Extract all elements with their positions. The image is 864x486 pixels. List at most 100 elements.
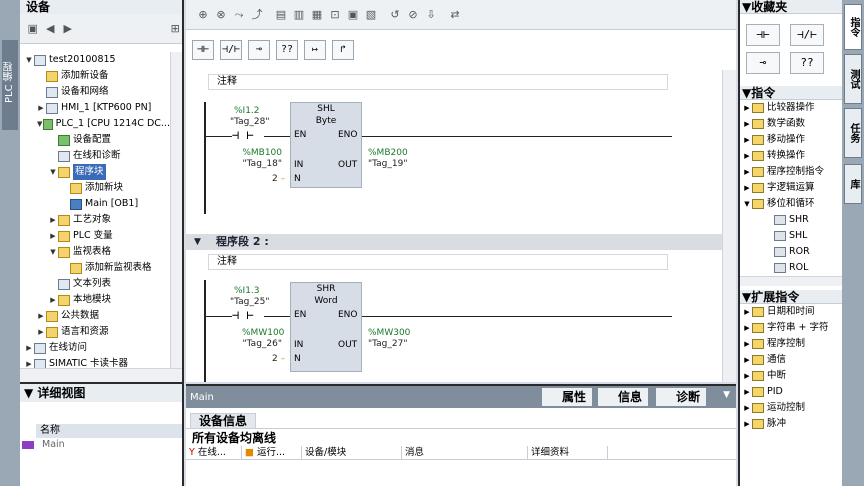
monitor-icon[interactable]: ⊘ <box>406 8 420 22</box>
collapsed-icon[interactable]: ▶ <box>742 304 752 320</box>
fav-no-contact[interactable]: ⊣⊢ <box>746 24 780 46</box>
tree-item[interactable]: ▶ PLC 变量 <box>20 228 170 244</box>
tree-item[interactable]: ▼ 监视表格 <box>20 244 170 260</box>
close-branch-button[interactable]: ↱ <box>332 40 354 60</box>
tab-testing[interactable]: 测试 <box>844 54 862 104</box>
new-item-icon[interactable]: ▣ <box>26 22 40 36</box>
tree-item[interactable]: 添加新监视表格 <box>20 260 170 276</box>
collapsed-icon[interactable]: ▶ <box>36 308 46 324</box>
empty-box-button[interactable]: ?? <box>276 40 298 60</box>
collapsed-icon[interactable]: ▶ <box>742 320 752 336</box>
insert-network-icon[interactable]: ⊕ <box>196 8 210 22</box>
favorites-bar-icon[interactable]: ▣ <box>346 8 360 22</box>
instruction-folder[interactable]: ▶ 程序控制指令 <box>740 164 842 180</box>
network-2-no-contact[interactable]: ⊣ ⊢ <box>232 308 254 322</box>
shl-in-operand[interactable]: %MB100 "Tag_18" <box>242 148 282 170</box>
close-all-icon[interactable]: ▥ <box>292 8 306 22</box>
shr-box[interactable]: SHR Word <box>290 282 362 372</box>
favorites-title[interactable]: ▼收藏夹 <box>740 0 842 14</box>
fav-coil[interactable]: ⊸ <box>746 52 780 74</box>
no-contact-button[interactable]: ⊣⊢ <box>192 40 214 60</box>
extended-instruction-folder[interactable]: ▶ PID <box>740 384 842 400</box>
shr-n-value[interactable]: 2 – <box>272 354 285 365</box>
shr-in-operand[interactable]: %MW100 "Tag_26" <box>242 328 284 350</box>
tree-item[interactable]: ▼ test20100815 <box>20 52 170 68</box>
nc-contact-button[interactable]: ⊣/⊢ <box>220 40 242 60</box>
back-icon[interactable]: ◀ <box>44 22 58 36</box>
go-online-icon[interactable]: ↺ <box>388 8 402 22</box>
collapsed-icon[interactable]: ▶ <box>742 164 752 180</box>
coil-button[interactable]: ⊸ <box>248 40 270 60</box>
collapse-icon[interactable]: ▼ <box>723 390 730 400</box>
delete-network-icon[interactable]: ⊗ <box>214 8 228 22</box>
col-run[interactable]: ■ 运行... <box>242 446 302 459</box>
shl-out-operand[interactable]: %MB200 "Tag_19" <box>368 148 408 170</box>
collapsed-icon[interactable]: ▶ <box>24 340 34 356</box>
shr-out-operand[interactable]: %MW300 "Tag_27" <box>368 328 410 350</box>
collapsed-icon[interactable]: ▶ <box>742 352 752 368</box>
expanded-icon[interactable]: ▼ <box>36 116 43 132</box>
expanded-icon[interactable]: ▼ <box>742 196 752 212</box>
extended-instructions-title[interactable]: ▼扩展指令 <box>740 290 842 304</box>
tab-properties[interactable]: 属性 <box>542 388 593 406</box>
extended-instruction-folder[interactable]: ▶ 通信 <box>740 352 842 368</box>
network-1-contact-operand[interactable]: %I1.2 "Tag_28" <box>230 106 269 128</box>
collapsed-icon[interactable]: ▶ <box>742 400 752 416</box>
open-branch-button[interactable]: ↦ <box>304 40 326 60</box>
download-icon[interactable]: ⇩ <box>424 8 438 22</box>
collapsed-icon[interactable]: ▶ <box>48 292 58 308</box>
extended-instruction-folder[interactable]: ▶ 中断 <box>740 368 842 384</box>
tab-diagnostics[interactable]: 诊断 <box>656 388 707 406</box>
collapse-network-icon[interactable]: ▼ <box>194 234 201 250</box>
instructions-title[interactable]: ▼指令 <box>740 86 842 100</box>
instruction-folder[interactable]: ▶ 字逻辑运算 <box>740 180 842 196</box>
tree-horizontal-scrollbar[interactable] <box>20 368 182 382</box>
tree-vertical-scrollbar[interactable] <box>170 52 182 368</box>
ladder-editor[interactable]: 注释 %I1.2 "Tag_28" ⊣ ⊢ SHL Byte EN ENO IN… <box>186 70 722 382</box>
tree-item[interactable]: ▶ 语言和资源 <box>20 324 170 340</box>
instruction-item[interactable]: SHR <box>740 212 842 228</box>
collapsed-icon[interactable]: ▶ <box>742 384 752 400</box>
network-1-comment[interactable]: 注释 <box>208 74 668 90</box>
network-2-comment[interactable]: 注释 <box>208 254 668 270</box>
network-2-header[interactable]: ▼ 程序段 2 : <box>186 234 722 250</box>
collapsed-icon[interactable]: ▶ <box>742 116 752 132</box>
collapsed-icon[interactable]: ▶ <box>48 228 58 244</box>
tree-item[interactable]: ▶ 本地模块 <box>20 292 170 308</box>
extended-instruction-folder[interactable]: ▶ 字符串 + 字符 <box>740 320 842 336</box>
tree-item[interactable]: ▶ HMI_1 [KTP600 PN] <box>20 100 170 116</box>
extended-instruction-folder[interactable]: ▶ 脉冲 <box>740 416 842 432</box>
instruction-folder[interactable]: ▶ 比较器操作 <box>740 100 842 116</box>
instruction-item[interactable]: SHL <box>740 228 842 244</box>
expanded-icon[interactable]: ▼ <box>24 52 34 68</box>
tree-item[interactable]: ▶ 工艺对象 <box>20 212 170 228</box>
tree-item[interactable]: 添加新块 <box>20 180 170 196</box>
instruction-folder[interactable]: ▶ 转换操作 <box>740 148 842 164</box>
subtab-device-info[interactable]: 设备信息 <box>190 413 257 428</box>
tab-instructions[interactable]: 指令 <box>844 4 862 50</box>
collapsed-icon[interactable]: ▶ <box>742 336 752 352</box>
tree-item[interactable]: 设备配置 <box>20 132 170 148</box>
network-2-contact-operand[interactable]: %I1.3 "Tag_25" <box>230 286 269 308</box>
col-device[interactable]: 设备/模块 <box>302 446 402 459</box>
collapsed-icon[interactable]: ▶ <box>36 324 46 340</box>
collapsed-icon[interactable]: ▶ <box>742 416 752 432</box>
expanded-icon[interactable]: ▼ <box>48 244 58 260</box>
instruction-folder[interactable]: ▶ 数学函数 <box>740 116 842 132</box>
instruction-folder[interactable]: ▼ 移位和循环 <box>740 196 842 212</box>
extended-instruction-folder[interactable]: ▶ 日期和时间 <box>740 304 842 320</box>
tab-libraries[interactable]: 库 <box>844 164 862 204</box>
extended-instruction-folder[interactable]: ▶ 程序控制 <box>740 336 842 352</box>
collapsed-icon[interactable]: ▶ <box>742 132 752 148</box>
network-1-no-contact[interactable]: ⊣ ⊢ <box>232 128 254 142</box>
open-all-icon[interactable]: ▤ <box>274 8 288 22</box>
tab-tasks[interactable]: 任务 <box>844 108 862 158</box>
tab-info[interactable]: 信息 <box>598 388 649 406</box>
compare-icon[interactable]: ⇄ <box>448 8 462 22</box>
details-view-title[interactable]: ▼ 详细视图 <box>20 384 182 402</box>
tree-item[interactable]: 添加新设备 <box>20 68 170 84</box>
tree-item[interactable]: 在线和诊断 <box>20 148 170 164</box>
shl-box[interactable]: SHL Byte <box>290 102 362 188</box>
collapsed-icon[interactable]: ▶ <box>36 100 46 116</box>
extended-instruction-folder[interactable]: ▶ 运动控制 <box>740 400 842 416</box>
